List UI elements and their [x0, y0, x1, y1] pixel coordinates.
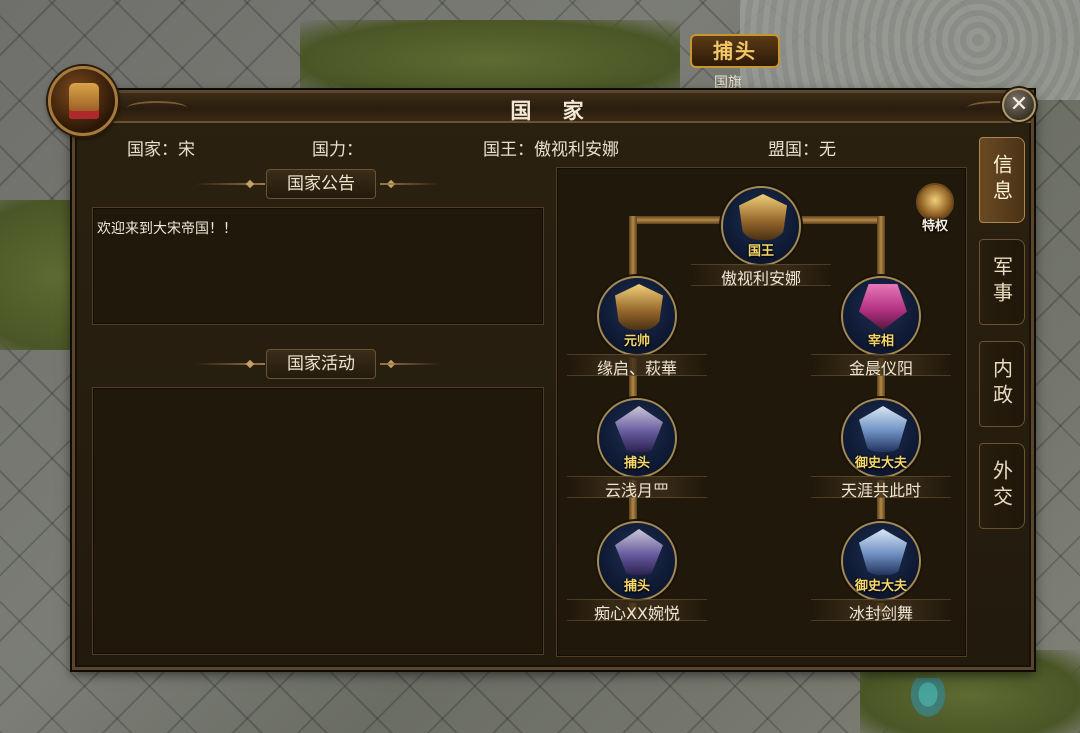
country-label: 国家：	[127, 140, 178, 160]
marshal-node[interactable]: 元帅 缘启、萩華	[567, 276, 707, 378]
country-panel: 国 家 国家：宋 国力： 国王：傲视利安娜 盟国：无 国家公告 欢迎来到大宋帝国…	[72, 90, 1034, 670]
ally-info: 盟国：无	[768, 135, 836, 160]
title-bar[interactable]: 国 家	[75, 93, 1031, 123]
censor-medal: 御史大夫	[841, 521, 921, 601]
activity-text	[93, 388, 543, 408]
king-value: 傲视利安娜	[534, 140, 619, 160]
power-info: 国力：	[312, 135, 363, 160]
chancellor-node[interactable]: 宰相 金晨仪阳	[811, 276, 951, 378]
announcement-box[interactable]: 欢迎来到大宋帝国！！	[92, 207, 544, 325]
king-medal: 国王	[721, 186, 801, 266]
constable-node-2[interactable]: 捕头 痴心XX婉悦	[567, 521, 707, 623]
marshal-medal: 元帅	[597, 276, 677, 356]
constable-medal: 捕头	[597, 398, 677, 478]
announcement-text: 欢迎来到大宋帝国！！	[97, 221, 237, 237]
marshal-title: 元帅	[623, 334, 650, 349]
king-info: 国王：傲视利安娜	[483, 135, 619, 160]
country-info: 国家：宋	[127, 135, 195, 160]
ally-label: 盟国：	[768, 140, 819, 160]
censor-medal: 御史大夫	[841, 398, 921, 478]
divider	[380, 363, 440, 365]
player-character[interactable]	[898, 678, 958, 733]
censor-helmet-icon	[859, 406, 907, 452]
king-title: 国王	[747, 244, 774, 259]
censor-node-2[interactable]: 御史大夫 冰封剑舞	[811, 521, 951, 623]
privilege-label: 特权	[921, 219, 948, 234]
helmet-icon	[615, 284, 663, 330]
announcement-header: 国家公告	[266, 169, 376, 199]
panel-title: 国 家	[510, 98, 596, 123]
marshal-name: 缘启、萩華	[567, 354, 707, 378]
constable-sign[interactable]: 捕头	[690, 34, 780, 68]
chancellor-hat-icon	[859, 284, 907, 330]
king-node[interactable]: 国王 傲视利安娜	[691, 186, 831, 288]
constable-medal: 捕头	[597, 521, 677, 601]
tab-internal-affairs[interactable]: 内政	[979, 341, 1025, 427]
grass-patch	[300, 20, 680, 100]
king-name: 傲视利安娜	[691, 264, 831, 288]
chancellor-name: 金晨仪阳	[811, 354, 951, 378]
privilege-button[interactable]: 特权	[908, 183, 962, 237]
constable-title: 捕头	[623, 579, 650, 594]
censor-name: 冰封剑舞	[811, 599, 951, 623]
stone-floor	[740, 0, 1080, 100]
hierarchy-tree: 国王 傲视利安娜 元帅 缘启、萩華 宰相 金晨仪阳 捕头 云浅月罒 御史大夫 天…	[556, 167, 967, 657]
divider-dot	[245, 179, 255, 189]
censor-helmet-icon	[859, 529, 907, 575]
constable-helmet-icon	[615, 529, 663, 575]
power-label: 国力：	[312, 140, 363, 160]
divider-dot	[245, 359, 255, 369]
country-value: 宋	[178, 140, 195, 160]
king-label: 国王：	[483, 140, 534, 160]
ally-value: 无	[819, 140, 836, 160]
censor-title: 御史大夫	[854, 579, 907, 594]
country-emblem-icon	[48, 66, 118, 136]
close-button[interactable]: ✕	[1002, 88, 1036, 122]
constable-node-1[interactable]: 捕头 云浅月罒	[567, 398, 707, 500]
constable-name: 云浅月罒	[567, 476, 707, 500]
divider	[380, 183, 440, 185]
crown-icon	[739, 194, 787, 240]
activity-box[interactable]	[92, 387, 544, 655]
tab-diplomacy[interactable]: 外交	[979, 443, 1025, 529]
tab-info[interactable]: 信息	[979, 137, 1025, 223]
censor-name: 天涯共此时	[811, 476, 951, 500]
constable-title: 捕头	[623, 456, 650, 471]
constable-helmet-icon	[615, 406, 663, 452]
constable-sign-sub: 国旗	[714, 75, 742, 91]
tab-military[interactable]: 军事	[979, 239, 1025, 325]
chancellor-medal: 宰相	[841, 276, 921, 356]
activity-header: 国家活动	[266, 349, 376, 379]
censor-title: 御史大夫	[854, 456, 907, 471]
chancellor-title: 宰相	[867, 334, 894, 349]
censor-node-1[interactable]: 御史大夫 天涯共此时	[811, 398, 951, 500]
constable-name: 痴心XX婉悦	[567, 599, 707, 623]
